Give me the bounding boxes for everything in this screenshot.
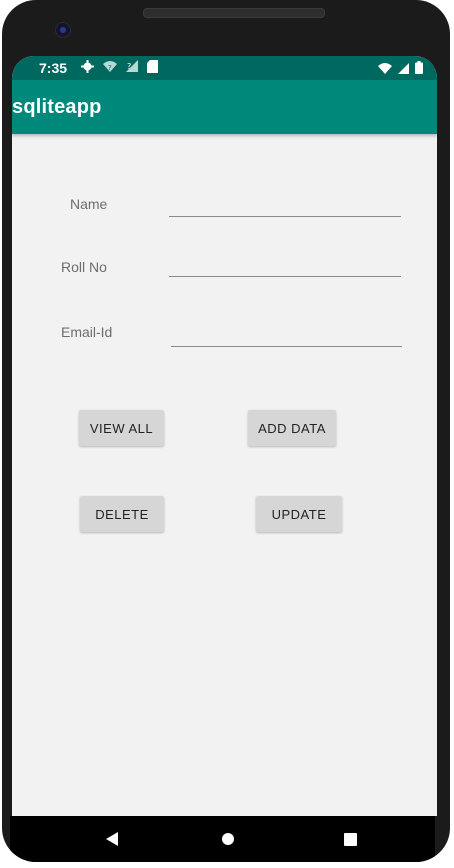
gear-icon — [81, 60, 94, 77]
app-screen: 7:35 ? ? sqliteapp Name Roll No Email-Id… — [12, 56, 437, 816]
email-id-label: Email-Id — [61, 324, 113, 340]
update-button[interactable]: UPDATE — [256, 496, 342, 532]
roll-no-label: Roll No — [61, 259, 107, 275]
signal-icon — [398, 61, 409, 79]
name-input[interactable] — [169, 216, 401, 217]
email-id-input[interactable] — [171, 346, 402, 347]
home-icon[interactable] — [222, 833, 234, 845]
wifi-question-icon: ? — [103, 60, 117, 77]
app-title: sqliteapp — [12, 96, 102, 118]
speaker-grille — [143, 8, 325, 18]
recents-icon[interactable] — [344, 833, 357, 846]
wifi-icon — [378, 61, 392, 79]
sd-card-icon — [147, 60, 158, 77]
nav-bar — [10, 816, 435, 862]
svg-text:?: ? — [127, 62, 131, 71]
battery-icon — [415, 61, 423, 79]
delete-button[interactable]: DELETE — [80, 496, 164, 532]
status-time: 7:35 — [39, 60, 68, 76]
front-camera — [55, 22, 71, 38]
view-all-button[interactable]: VIEW ALL — [79, 410, 164, 446]
device-frame: 7:35 ? ? sqliteapp Name Roll No Email-Id… — [0, 0, 454, 868]
app-bar: sqliteapp — [12, 80, 437, 134]
phone-body: 7:35 ? ? sqliteapp Name Roll No Email-Id… — [2, 0, 450, 862]
back-icon[interactable] — [106, 832, 118, 846]
status-icons-left: ? ? — [81, 60, 158, 77]
svg-text:?: ? — [108, 64, 112, 72]
add-data-button[interactable]: ADD DATA — [248, 410, 336, 446]
name-label: Name — [70, 196, 108, 212]
roll-no-input[interactable] — [169, 276, 401, 277]
status-icons-right — [378, 61, 423, 79]
status-bar: 7:35 ? ? — [12, 56, 437, 80]
signal-question-icon: ? — [126, 60, 138, 77]
